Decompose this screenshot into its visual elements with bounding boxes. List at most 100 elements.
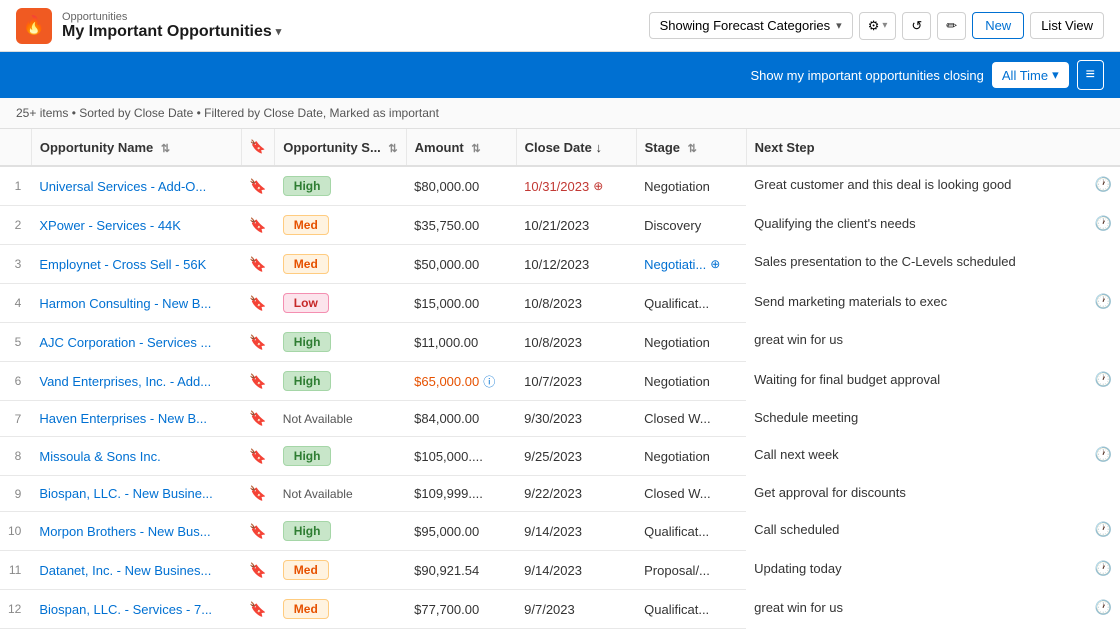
bookmark-icon[interactable]: 🔖 — [249, 485, 266, 501]
opportunity-name-link[interactable]: Haven Enterprises - New B... — [39, 411, 207, 426]
bookmark-cell: 🔖 — [241, 166, 274, 206]
stage-cell: Negotiation — [636, 437, 746, 476]
opportunity-name-link[interactable]: Vand Enterprises, Inc. - Add... — [39, 374, 211, 389]
stage-info-icon[interactable]: ⊕ — [710, 257, 720, 271]
score-cell: Not Available — [275, 401, 406, 437]
bookmark-cell: 🔖 — [241, 512, 274, 551]
score-cell: High — [275, 362, 406, 401]
clock-icon[interactable]: 🕐 — [1095, 371, 1112, 388]
amount-info-icon[interactable]: ⓘ — [483, 373, 495, 390]
filter-info-bar: 25+ items • Sorted by Close Date • Filte… — [0, 98, 1120, 129]
edit-icon: ✏ — [946, 18, 957, 34]
clock-icon[interactable]: 🕐 — [1095, 446, 1112, 463]
opportunity-name-link[interactable]: Employnet - Cross Sell - 56K — [39, 257, 206, 272]
stage-link[interactable]: Negotiati... — [644, 257, 706, 272]
close-date-value: 9/30/2023 — [516, 401, 636, 437]
bookmark-icon[interactable]: 🔖 — [249, 562, 266, 578]
col-header-closedate[interactable]: Close Date ↓ — [516, 129, 636, 166]
table-row: 1Universal Services - Add-O...🔖High$80,0… — [0, 166, 1120, 206]
banner-menu-button[interactable]: ≡ — [1077, 60, 1104, 90]
forecast-filter-button[interactable]: Showing Forecast Categories ▾ — [649, 12, 853, 39]
header-right: Showing Forecast Categories ▾ ⚙ ▾ ↺ ✏ Ne… — [649, 12, 1104, 40]
score-badge-na: Not Available — [283, 412, 353, 426]
amount-cell: $65,000.00ⓘ — [406, 362, 516, 401]
bookmark-cell: 🔖 — [241, 362, 274, 401]
bookmark-icon[interactable]: 🔖 — [249, 448, 266, 464]
next-step-text: Send marketing materials to exec — [754, 294, 947, 309]
opportunity-name-link[interactable]: Datanet, Inc. - New Busines... — [39, 563, 211, 578]
table-row: 2XPower - Services - 44K🔖Med$35,750.0010… — [0, 206, 1120, 245]
row-number: 12 — [0, 590, 31, 629]
clock-icon[interactable]: 🕐 — [1095, 176, 1112, 193]
opportunity-name-link[interactable]: Harmon Consulting - New B... — [39, 296, 211, 311]
stage-value: Proposal/... — [644, 563, 710, 578]
opportunity-name-link[interactable]: XPower - Services - 44K — [39, 218, 181, 233]
amount-value: $11,000.00 — [414, 335, 478, 350]
col-header-nextstep[interactable]: Next Step — [746, 129, 1120, 166]
opportunity-name-link[interactable]: Universal Services - Add-O... — [39, 179, 206, 194]
close-date-value: 10/21/2023 — [516, 206, 636, 245]
col-header-num — [0, 129, 31, 166]
bookmark-cell: 🔖 — [241, 437, 274, 476]
col-header-amount[interactable]: Amount ⇅ — [406, 129, 516, 166]
clock-icon[interactable]: 🕐 — [1095, 560, 1112, 577]
opportunity-name-link[interactable]: AJC Corporation - Services ... — [39, 335, 211, 350]
opportunity-name-link[interactable]: Missoula & Sons Inc. — [39, 449, 160, 464]
stage-cell: Negotiation — [636, 323, 746, 362]
next-step-cell: Great customer and this deal is looking … — [746, 167, 1120, 202]
list-view-button[interactable]: List View — [1030, 12, 1104, 39]
amount-cell: $84,000.00 — [406, 401, 516, 437]
close-date-value: 9/14/2023 — [516, 551, 636, 590]
col-header-score[interactable]: Opportunity S... ⇅ — [275, 129, 406, 166]
bookmark-icon[interactable]: 🔖 — [249, 523, 266, 539]
opportunity-name-cell: Biospan, LLC. - New Busine... — [31, 476, 241, 512]
app-title-block: Opportunities My Important Opportunities… — [62, 11, 281, 41]
edit-button[interactable]: ✏ — [937, 12, 966, 40]
clock-icon[interactable]: 🕐 — [1095, 599, 1112, 616]
all-time-button[interactable]: All Time ▾ — [992, 62, 1069, 88]
clock-icon[interactable]: 🕐 — [1095, 215, 1112, 232]
row-number: 6 — [0, 362, 31, 401]
bookmark-icon[interactable]: 🔖 — [249, 601, 266, 617]
stage-cell: Negotiation — [636, 362, 746, 401]
app-title[interactable]: My Important Opportunities ▾ — [62, 23, 281, 41]
new-button[interactable]: New — [972, 12, 1024, 39]
next-step-text: great win for us — [754, 332, 843, 347]
amount-cell: $109,999.... — [406, 476, 516, 512]
stage-cell: Discovery — [636, 206, 746, 245]
next-step-text: Get approval for discounts — [754, 485, 906, 500]
bookmark-icon[interactable]: 🔖 — [249, 334, 266, 350]
refresh-button[interactable]: ↺ — [902, 12, 931, 40]
score-badge: Med — [283, 215, 329, 235]
gear-button[interactable]: ⚙ ▾ — [859, 12, 897, 40]
opportunity-name-link[interactable]: Biospan, LLC. - New Busine... — [39, 486, 212, 501]
bookmark-icon[interactable]: 🔖 — [249, 178, 266, 194]
bookmark-icon[interactable]: 🔖 — [249, 410, 266, 426]
col-header-stage[interactable]: Stage ⇅ — [636, 129, 746, 166]
opportunity-name-cell: Morpon Brothers - New Bus... — [31, 512, 241, 551]
filter-chevron-icon: ▾ — [836, 19, 842, 32]
row-number: 10 — [0, 512, 31, 551]
bookmark-icon[interactable]: 🔖 — [249, 217, 266, 233]
bookmark-icon[interactable]: 🔖 — [249, 256, 266, 272]
row-number: 4 — [0, 284, 31, 323]
clock-icon[interactable]: 🕐 — [1095, 293, 1112, 310]
opportunity-name-link[interactable]: Morpon Brothers - New Bus... — [39, 524, 210, 539]
blue-banner: Show my important opportunities closing … — [0, 52, 1120, 98]
opportunity-name-link[interactable]: Biospan, LLC. - Services - 7... — [39, 602, 212, 617]
amount-cell: $80,000.00 — [406, 166, 516, 206]
next-step-cell: Schedule meeting — [746, 401, 1120, 434]
score-cell: Med — [275, 551, 406, 590]
next-step-text: Schedule meeting — [754, 410, 858, 425]
opportunity-name-cell: XPower - Services - 44K — [31, 206, 241, 245]
score-badge: High — [283, 176, 332, 196]
app-header: 🔥 Opportunities My Important Opportuniti… — [0, 0, 1120, 52]
close-date-value: 10/12/2023 — [516, 245, 636, 284]
bookmark-icon[interactable]: 🔖 — [249, 295, 266, 311]
col-header-bookmark: 🔖 — [241, 129, 274, 166]
bookmark-icon[interactable]: 🔖 — [249, 373, 266, 389]
clock-icon[interactable]: 🕐 — [1095, 521, 1112, 538]
row-number: 9 — [0, 476, 31, 512]
gear-icon: ⚙ — [868, 18, 880, 34]
col-header-name[interactable]: Opportunity Name ⇅ — [31, 129, 241, 166]
